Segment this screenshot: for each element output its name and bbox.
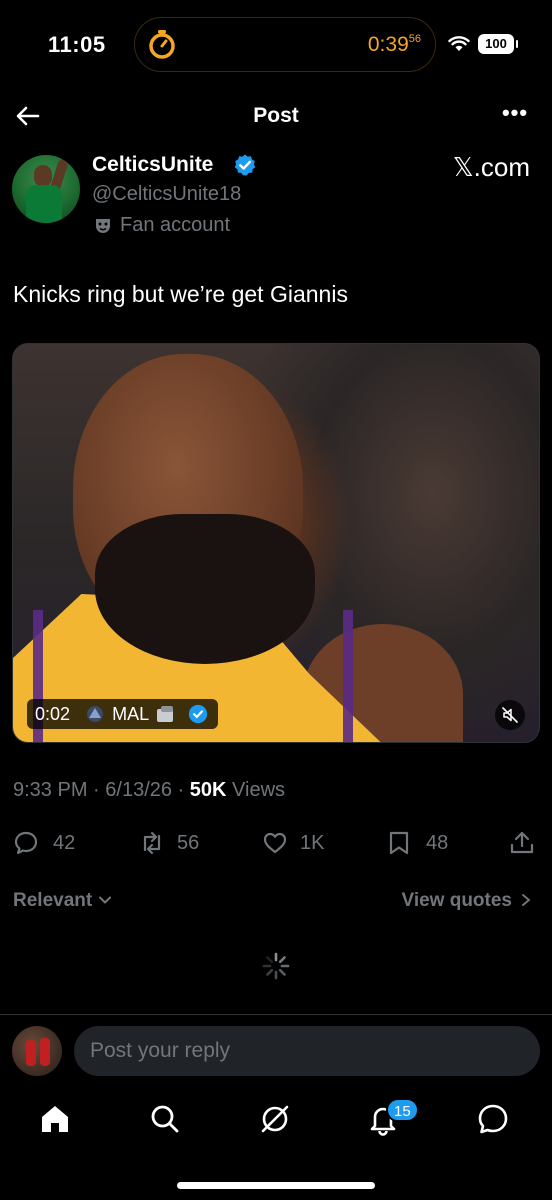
wifi-icon: [448, 36, 470, 51]
views-label: Views: [232, 779, 286, 801]
top-header: Post •••: [0, 92, 552, 140]
view-quotes-label: View quotes: [401, 890, 512, 911]
source-badge: 𝕏.com: [452, 152, 530, 182]
repost-count: 56: [177, 832, 200, 854]
verified-badge-icon: [189, 704, 208, 724]
reply-sort-label: Relevant: [13, 890, 93, 911]
video-duration: 0:02: [35, 704, 71, 724]
grok-icon: [261, 1105, 289, 1133]
heart-icon: [263, 832, 287, 854]
fan-account-text: Fan account: [120, 214, 231, 236]
post-time: 9:33 PM: [13, 779, 88, 801]
loading-spinner-icon: [262, 952, 290, 980]
source-avatar-icon: [87, 706, 104, 722]
bookmark-count: 48: [426, 832, 449, 854]
video-duration-badge: 0:02 MAL: [27, 699, 219, 729]
post-text: Knicks ring but we’re get Giannis: [13, 281, 348, 307]
nav-messages[interactable]: [476, 1102, 510, 1136]
timer-sub: 56: [408, 33, 421, 45]
nav-search[interactable]: [148, 1102, 182, 1136]
more-horizontal-icon[interactable]: •••: [500, 102, 530, 128]
views-count[interactable]: 50K: [190, 779, 227, 801]
post-date: 6/13/26: [105, 779, 172, 801]
timer-main: 0:39: [367, 33, 409, 56]
view-quotes-link[interactable]: View quotes: [401, 890, 532, 912]
like-count: 1K: [300, 832, 325, 854]
divider: [0, 1014, 552, 1015]
page-title: Post: [253, 104, 299, 127]
video-source-name: MAL: [112, 704, 149, 724]
current-user-avatar[interactable]: [12, 1026, 62, 1076]
search-icon: [151, 1105, 179, 1133]
post-video[interactable]: 0:02 MAL: [12, 343, 540, 743]
action-bar: 42 56 1K 48: [0, 825, 552, 861]
source-logo-icon: [157, 706, 174, 722]
nav-grok[interactable]: [258, 1102, 292, 1136]
bookmark-icon: [389, 831, 409, 855]
status-time: 11:05: [48, 32, 106, 57]
chevron-right-icon: [522, 894, 530, 906]
notification-count-badge: 15: [386, 1098, 419, 1122]
mute-toggle-button[interactable]: [495, 700, 525, 730]
comment-icon: [14, 831, 38, 855]
chevron-down-icon: [99, 896, 112, 904]
nav-home[interactable]: [38, 1102, 72, 1136]
author-display-name[interactable]: CelticsUnite: [92, 153, 213, 177]
verified-badge-icon: [234, 154, 256, 176]
repost-icon: [143, 831, 161, 855]
status-bar: 11:05 0:3956 100: [0, 0, 552, 92]
chat-bubble-icon: [478, 1104, 508, 1134]
reply-input[interactable]: [74, 1026, 540, 1076]
theater-mask-icon: [96, 219, 110, 233]
bottom-nav: [0, 1090, 552, 1150]
battery-indicator: 100: [478, 34, 518, 54]
share-icon: [510, 831, 534, 854]
arrow-left-icon[interactable]: [14, 102, 42, 130]
author-avatar[interactable]: [12, 155, 80, 223]
timer-readout: 0:3956: [368, 33, 421, 57]
author-handle[interactable]: @CelticsUnite18: [92, 183, 241, 206]
speaker-muted-icon: [502, 707, 518, 723]
dynamic-island-timer[interactable]: 0:3956: [134, 17, 436, 72]
post-meta: 9:33 PM · 6/13/26 · 50K Views: [13, 779, 286, 801]
reply-count: 42: [53, 832, 76, 854]
reply-sort-dropdown[interactable]: Relevant: [13, 890, 112, 912]
home-indicator[interactable]: [177, 1182, 375, 1189]
stopwatch-icon: [149, 30, 175, 59]
home-icon: [42, 1106, 68, 1132]
